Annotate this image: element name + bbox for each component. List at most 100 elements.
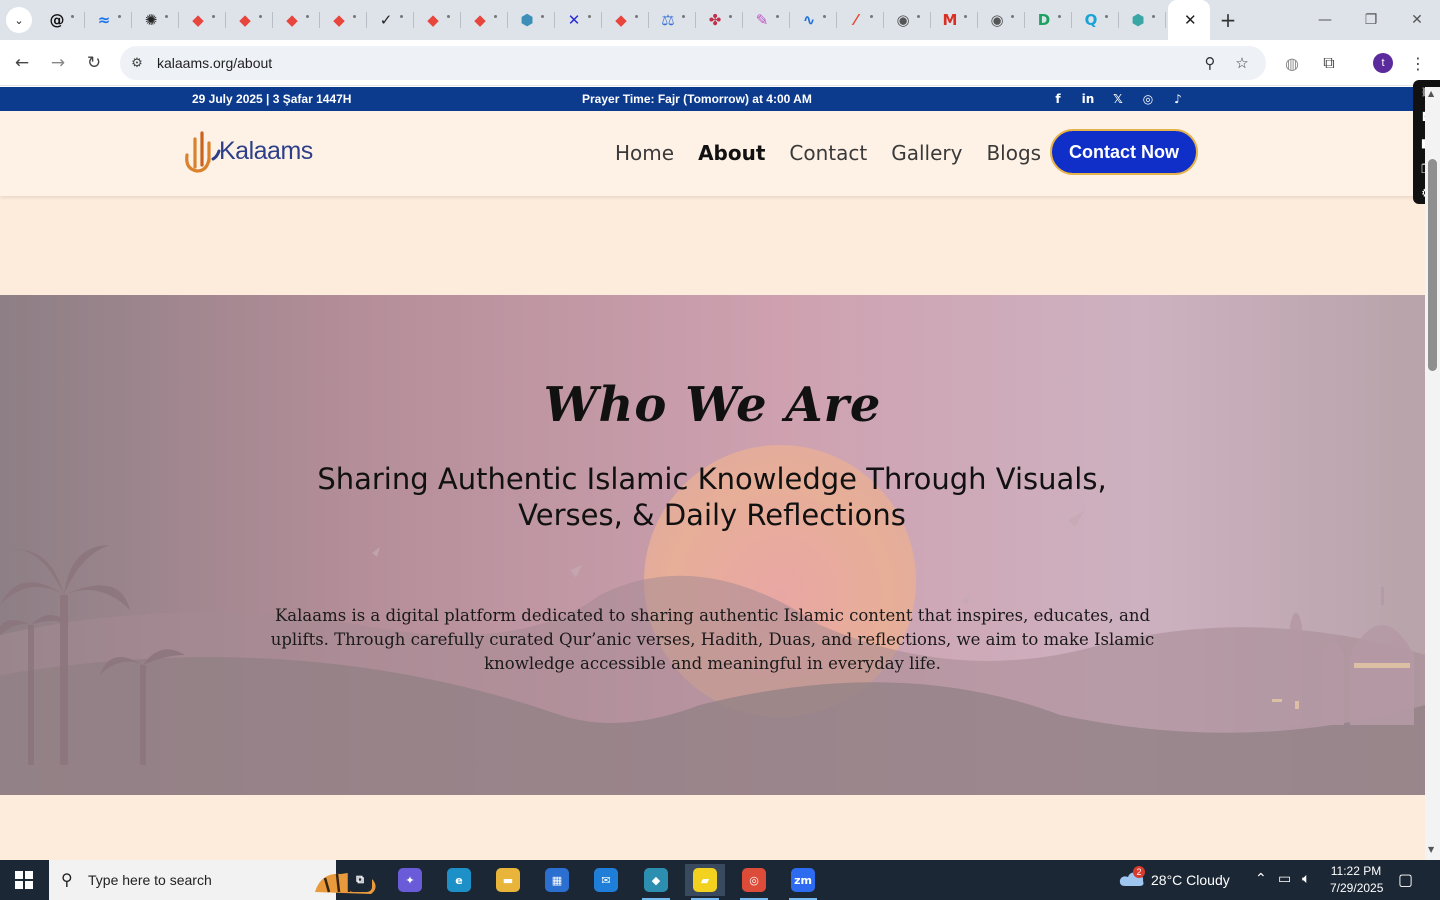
browser-tab[interactable]: ✎ xyxy=(743,0,790,40)
browser-tab[interactable]: D xyxy=(1025,0,1072,40)
menu-dots-icon[interactable]: ⋮ xyxy=(1406,51,1430,75)
diamond-icon: ◆ xyxy=(333,11,345,29)
close-window-button[interactable]: ✕ xyxy=(1394,0,1440,40)
taskbar-app-sticky-notes[interactable]: ▰ xyxy=(685,864,725,900)
browser-tab[interactable]: Q xyxy=(1072,0,1119,40)
hero-subtitle: Sharing Authentic Islamic Knowledge Thro… xyxy=(317,462,1107,532)
hexagon-icon: ⬢ xyxy=(520,11,534,29)
scroll-thumb[interactable] xyxy=(1428,159,1437,371)
hero-title: Who We Are xyxy=(543,377,882,433)
browser-tab[interactable]: ⁄ xyxy=(837,0,884,40)
taskbar-app-store[interactable]: ▦ xyxy=(537,864,577,896)
chevron-up-icon[interactable]: ⌃ xyxy=(1255,871,1267,887)
taskbar-app-copilot[interactable]: ✦ xyxy=(390,864,430,896)
browser-tab[interactable]: ◆ xyxy=(461,0,508,40)
instagram-icon[interactable]: ◎ xyxy=(1139,90,1157,108)
weather-text[interactable]: 28°C Cloudy xyxy=(1151,872,1230,888)
browser-tab[interactable]: ◉ xyxy=(884,0,931,40)
forward-button[interactable]: → xyxy=(44,49,72,77)
address-bar[interactable]: ⚙ kalaams.org/about ⚲ ☆ xyxy=(120,46,1266,80)
translate-icon[interactable]: ◍ xyxy=(1280,51,1304,75)
scroll-down-icon[interactable]: ▼ xyxy=(1428,845,1434,854)
nav-link-contact[interactable]: Contact xyxy=(789,141,867,165)
edge-icon: e xyxy=(447,868,471,892)
browser-tab[interactable]: M xyxy=(931,0,978,40)
page-scrollbar[interactable]: ▲ ▼ xyxy=(1425,87,1440,860)
reload-button[interactable]: ↻ xyxy=(80,49,108,77)
browser-tab[interactable]: ∿ xyxy=(790,0,837,40)
taskbar-app-file-explorer[interactable]: ▬ xyxy=(488,864,528,896)
nav-link-gallery[interactable]: Gallery xyxy=(891,141,962,165)
taskbar-search-box[interactable]: ⚲ Type here to search xyxy=(49,860,376,900)
scroll-up-icon[interactable]: ▲ xyxy=(1428,89,1434,98)
browser-tab[interactable]: ✺ xyxy=(132,0,179,40)
notifications-icon[interactable]: ▢ xyxy=(1398,870,1413,889)
tab-search-button[interactable]: ⌄ xyxy=(6,7,32,33)
nav-link-blogs[interactable]: Blogs xyxy=(986,141,1041,165)
browser-tab[interactable]: ⚖ xyxy=(649,0,696,40)
network-icon[interactable]: ▭ xyxy=(1278,871,1291,887)
site-settings-icon[interactable]: ⚙ xyxy=(128,54,146,72)
tab-audio-dot-icon xyxy=(541,15,544,18)
scale-icon: ⚖ xyxy=(661,11,675,29)
browser-tab[interactable]: ✤ xyxy=(696,0,743,40)
active-browser-tab[interactable]: ✕ xyxy=(1168,0,1210,40)
close-icon: ✕ xyxy=(1411,12,1423,28)
globe-icon: ◉ xyxy=(990,11,1004,29)
contact-now-button[interactable]: Contact Now xyxy=(1050,129,1198,175)
tab-audio-dot-icon xyxy=(71,15,74,18)
volume-icon[interactable]: 🔈︎ xyxy=(1302,871,1310,887)
taskbar-app-task-view[interactable]: ⧉ xyxy=(340,864,380,896)
x-twitter-icon[interactable]: 𝕏 xyxy=(1109,90,1127,108)
extensions-icon[interactable]: ⧉ xyxy=(1317,51,1341,75)
mail-icon: ✉ xyxy=(594,868,618,892)
bookmark-star-icon[interactable]: ☆ xyxy=(1232,53,1252,73)
taskbar-app-chrome[interactable]: ◎ xyxy=(734,864,774,900)
browser-tab[interactable]: ◉ xyxy=(978,0,1025,40)
globe-icon: ◉ xyxy=(896,11,910,29)
location-icon[interactable]: ⚲ xyxy=(1200,53,1220,73)
tab-audio-dot-icon xyxy=(1011,15,1014,18)
browser-tab[interactable]: ◆ xyxy=(414,0,461,40)
taskbar-clock[interactable]: 11:22 PM 7/29/2025 xyxy=(1330,863,1383,897)
browser-tab[interactable]: ◆ xyxy=(273,0,320,40)
tiktok-icon[interactable]: ♪ xyxy=(1169,90,1187,108)
taskbar-app-app-diamond[interactable]: ◆ xyxy=(636,864,676,900)
taskbar-app-mail[interactable]: ✉ xyxy=(586,864,626,896)
browser-tab[interactable]: ◆ xyxy=(602,0,649,40)
linkedin-icon[interactable]: in xyxy=(1079,90,1097,108)
browser-tab[interactable]: ◆ xyxy=(179,0,226,40)
hijri-date: 29 July 2025 | 3 Şafar 1447H xyxy=(192,92,352,106)
taskbar-app-edge[interactable]: e xyxy=(439,864,479,896)
gmail-icon: M xyxy=(942,11,958,29)
browser-tab[interactable]: ◆ xyxy=(320,0,367,40)
browser-toolbar: ← → ↻ ⚙ kalaams.org/about ⚲ ☆ ◍ ⧉ ⋮ xyxy=(0,40,1440,86)
start-button[interactable] xyxy=(0,860,48,900)
taskbar-app-zoom[interactable]: zm xyxy=(783,864,823,900)
restore-button[interactable]: ❐ xyxy=(1348,0,1394,40)
browser-tab[interactable]: ⬢ xyxy=(508,0,555,40)
browser-tab[interactable]: ⬢ xyxy=(1119,0,1166,40)
new-tab-button[interactable]: + xyxy=(1210,0,1246,40)
prayer-time: Prayer Time: Fajr (Tomorrow) at 4:00 AM xyxy=(582,92,812,106)
nav-link-home[interactable]: Home xyxy=(615,141,674,165)
browser-tab[interactable]: ◆ xyxy=(226,0,273,40)
tab-audio-dot-icon xyxy=(306,15,309,18)
clover-icon: ✤ xyxy=(708,11,722,29)
tab-close-icon[interactable]: ✕ xyxy=(1184,11,1197,29)
search-placeholder[interactable]: Type here to search xyxy=(88,872,212,888)
tab-audio-dot-icon xyxy=(964,15,967,18)
site-logo[interactable]: Kalaams xyxy=(183,129,328,177)
browser-tab[interactable]: ✕ xyxy=(555,0,602,40)
minimize-button[interactable]: — xyxy=(1302,0,1348,40)
tab-audio-dot-icon xyxy=(212,15,215,18)
nav-link-about[interactable]: About xyxy=(698,141,765,165)
facebook-icon[interactable]: f xyxy=(1049,90,1067,108)
tab-audio-dot-icon xyxy=(447,15,450,18)
url-text[interactable]: kalaams.org/about xyxy=(157,55,272,71)
profile-avatar[interactable]: t xyxy=(1373,53,1393,73)
browser-tab[interactable]: ✓ xyxy=(367,0,414,40)
back-button[interactable]: ← xyxy=(8,49,36,77)
browser-tab[interactable]: ≈ xyxy=(85,0,132,40)
browser-tab[interactable]: @ xyxy=(38,0,85,40)
